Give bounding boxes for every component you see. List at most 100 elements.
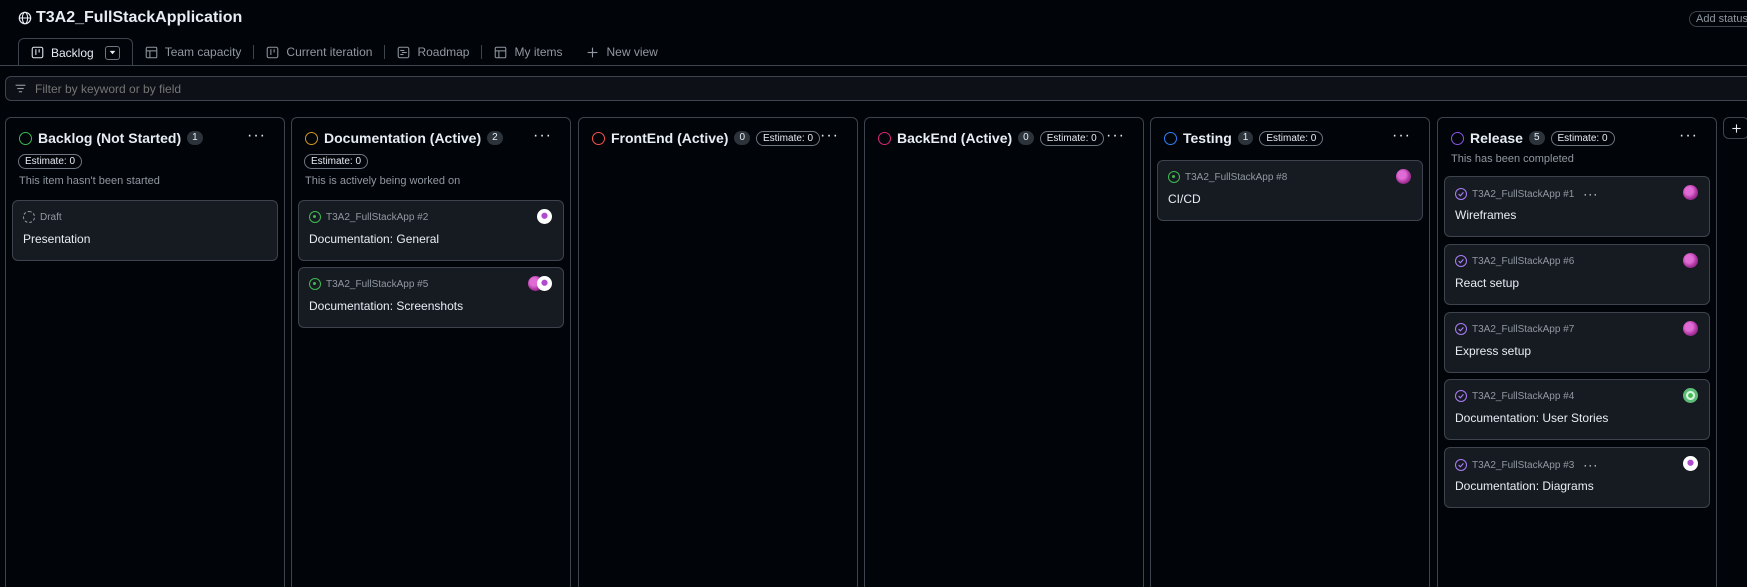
card-meta: T3A2_FullStackApp #5 [309, 278, 428, 290]
card-title[interactable]: Presentation [23, 232, 90, 246]
column-header: FrontEnd (Active) 0 Estimate: 0 [592, 130, 821, 146]
status-circle-icon [305, 131, 318, 145]
card-meta: T3A2_FullStackApp #3 ··· [1455, 458, 1598, 472]
board-icon [267, 46, 279, 58]
card-ref: T3A2_FullStackApp #8 [1185, 171, 1288, 183]
column-menu-icon[interactable]: ··· [247, 127, 266, 145]
column-menu-icon[interactable]: ··· [1106, 127, 1125, 145]
column-header: Testing 1 Estimate: 0 [1164, 130, 1324, 146]
view-options-button[interactable] [104, 45, 120, 60]
card-ref: T3A2_FullStackApp #4 [1472, 390, 1575, 402]
check-circle-icon [1455, 188, 1467, 200]
column-header: Release 5 Estimate: 0 [1451, 130, 1615, 146]
status-circle-icon [19, 131, 32, 145]
card-issue[interactable]: T3A2_FullStackApp #8 CI/CD [1157, 160, 1423, 221]
avatar[interactable] [537, 276, 552, 291]
avatar[interactable] [1683, 456, 1698, 471]
table-icon [495, 46, 507, 58]
filter-icon [15, 84, 26, 93]
tab-roadmap[interactable]: Roadmap [385, 38, 481, 66]
card-issue[interactable]: T3A2_FullStackApp #2 Documentation: Gene… [298, 200, 564, 261]
card-title[interactable]: Documentation: General [309, 232, 439, 246]
item-count: 0 [734, 131, 751, 145]
tab-label: Current iteration [286, 45, 373, 59]
plus-icon [588, 47, 598, 57]
card-menu-icon[interactable]: ··· [1583, 458, 1598, 472]
column-menu-icon[interactable]: ··· [820, 127, 839, 145]
new-view-button[interactable]: New view [574, 38, 669, 66]
card-title[interactable]: Express setup [1455, 344, 1531, 358]
check-circle-icon [1455, 255, 1467, 267]
column-backlog: Backlog (Not Started) 1 ··· Estimate: 0 … [5, 117, 285, 587]
check-circle-icon [1455, 459, 1467, 471]
status-circle-icon [1451, 131, 1464, 145]
project-title[interactable]: T3A2_FullStackApplication [18, 9, 242, 27]
card-title[interactable]: Wireframes [1455, 208, 1516, 222]
card-title[interactable]: CI/CD [1168, 192, 1201, 206]
card-issue[interactable]: T3A2_FullStackApp #1 ··· Wireframes [1444, 176, 1710, 237]
column-description: This item hasn't been started [19, 175, 160, 187]
card-menu-icon[interactable]: ··· [1583, 187, 1598, 201]
estimate-badge: Estimate: 0 [1550, 130, 1615, 146]
card-ref: T3A2_FullStackApp #7 [1472, 323, 1575, 335]
tab-label: Team capacity [164, 45, 242, 59]
column-description: This has been completed [1451, 153, 1574, 165]
card-issue[interactable]: T3A2_FullStackApp #4 Documentation: User… [1444, 379, 1710, 440]
status-circle-icon [878, 131, 891, 145]
card-ref: T3A2_FullStackApp #6 [1472, 255, 1575, 267]
column-header: BackEnd (Active) 0 Estimate: 0 [878, 130, 1104, 146]
tabs-underline [0, 65, 1747, 66]
status-circle-icon [592, 131, 605, 145]
add-status-button[interactable]: Add status [1689, 11, 1747, 27]
tab-label: Roadmap [417, 45, 470, 59]
avatar[interactable] [1683, 321, 1698, 336]
column-menu-icon[interactable]: ··· [533, 127, 552, 145]
card-ref: T3A2_FullStackApp #2 [326, 211, 429, 223]
board-icon [31, 46, 44, 59]
item-count: 5 [1528, 131, 1545, 145]
avatar[interactable] [1683, 253, 1698, 268]
avatar[interactable] [1683, 388, 1698, 403]
tab-label: New view [606, 45, 658, 59]
tab-label: Backlog [51, 45, 94, 60]
card-title[interactable]: Documentation: Screenshots [309, 299, 463, 313]
card-issue[interactable]: T3A2_FullStackApp #5 Documentation: Scre… [298, 267, 564, 328]
card-title[interactable]: Documentation: Diagrams [1455, 479, 1594, 493]
column-title: BackEnd (Active) [897, 130, 1013, 146]
tab-current-iteration[interactable]: Current iteration [254, 38, 384, 66]
card-title[interactable]: React setup [1455, 276, 1519, 290]
card-ref: T3A2_FullStackApp #1 [1472, 188, 1575, 200]
item-count: 1 [1237, 131, 1254, 145]
tab-backlog[interactable]: Backlog [18, 38, 133, 66]
table-icon [145, 46, 158, 58]
estimate-badge: Estimate: 0 [1039, 130, 1104, 146]
filter-input[interactable] [35, 81, 435, 96]
roadmap-icon [398, 46, 410, 58]
card-issue[interactable]: T3A2_FullStackApp #7 Express setup [1444, 312, 1710, 373]
card-meta: T3A2_FullStackApp #7 [1455, 323, 1574, 335]
column-title: FrontEnd (Active) [611, 130, 729, 146]
card-title[interactable]: Documentation: User Stories [1455, 411, 1608, 425]
triangle-down-icon [109, 50, 116, 55]
issue-open-icon [309, 211, 321, 223]
card-ref: T3A2_FullStackApp #5 [326, 278, 429, 290]
card-issue[interactable]: T3A2_FullStackApp #6 React setup [1444, 244, 1710, 305]
card-meta: T3A2_FullStackApp #1 ··· [1455, 187, 1598, 201]
plus-icon [1731, 123, 1741, 133]
avatar[interactable] [1396, 169, 1411, 184]
card-issue[interactable]: T3A2_FullStackApp #3 ··· Documentation: … [1444, 447, 1710, 508]
add-column-button[interactable] [1723, 117, 1747, 139]
card-draft[interactable]: Draft Presentation [12, 200, 278, 261]
avatar[interactable] [537, 209, 552, 224]
check-circle-icon [1455, 390, 1467, 402]
tab-team-capacity[interactable]: Team capacity [133, 38, 254, 66]
tab-my-items[interactable]: My items [482, 38, 574, 66]
estimate-badge: Estimate: 0 [1259, 130, 1324, 146]
avatar[interactable] [1683, 185, 1698, 200]
issue-open-icon [309, 278, 321, 290]
globe-icon [18, 11, 32, 25]
column-title: Documentation (Active) [324, 130, 482, 146]
filter-bar[interactable] [5, 76, 1747, 101]
column-menu-icon[interactable]: ··· [1392, 127, 1411, 145]
column-menu-icon[interactable]: ··· [1679, 127, 1698, 145]
